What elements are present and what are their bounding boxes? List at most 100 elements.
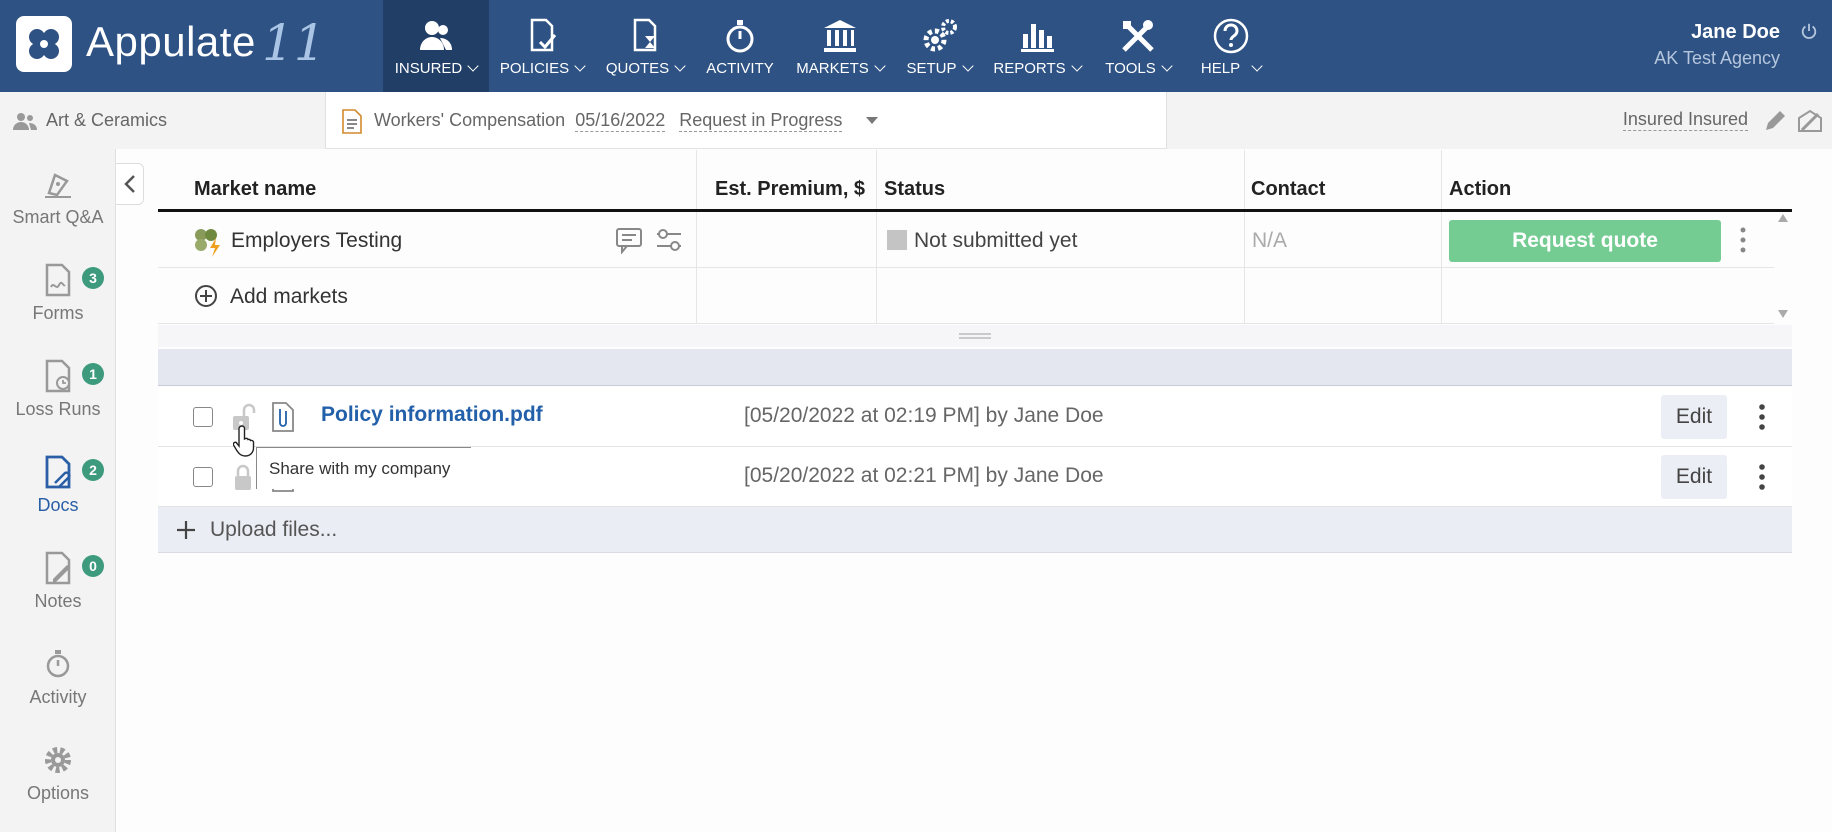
more-options-icon[interactable] xyxy=(1759,464,1765,490)
nav-insured-label: INSURED xyxy=(394,60,463,77)
share-tooltip: Share with my company xyxy=(256,447,471,489)
nav-help[interactable]: HELP xyxy=(1185,0,1277,92)
edit-document-button[interactable]: Edit xyxy=(1661,455,1727,499)
market-name[interactable]: Employers Testing xyxy=(231,229,402,253)
panel-resize-handle[interactable] xyxy=(158,325,1792,347)
power-icon[interactable] xyxy=(1800,22,1818,40)
policy-subheader: Art & Ceramics Workers' Compensation 05/… xyxy=(0,92,1832,149)
more-options-icon[interactable] xyxy=(1740,227,1746,253)
column-divider xyxy=(1244,268,1245,323)
scroll-down-icon[interactable] xyxy=(1778,310,1788,318)
sidebar-item-docs[interactable]: Docs 2 xyxy=(0,455,116,535)
market-contact: N/A xyxy=(1252,229,1288,252)
column-divider xyxy=(1244,150,1245,209)
nav-tools-label: TOOLS xyxy=(1105,60,1156,77)
column-divider xyxy=(696,150,697,209)
stopwatch-icon xyxy=(46,650,70,678)
status-dropdown-icon[interactable] xyxy=(866,117,879,124)
main-nav: INSURED POLICIES QUOTES ACTIVITY MARKETS… xyxy=(383,0,1277,92)
document-checkbox[interactable] xyxy=(193,407,213,427)
more-options-icon[interactable] xyxy=(1759,404,1765,430)
gears-icon xyxy=(923,19,957,52)
notes-icon xyxy=(45,551,71,585)
market-row: Employers Testing Not submitted yet N/A … xyxy=(158,212,1774,268)
nav-policies-label: POLICIES xyxy=(499,60,570,77)
help-icon xyxy=(1213,18,1249,54)
scroll-up-icon[interactable] xyxy=(1778,214,1788,222)
nav-reports[interactable]: REPORTS xyxy=(983,0,1091,92)
user-name[interactable]: Jane Doe xyxy=(1691,21,1780,44)
document-row: Policy information.pdf [05/20/2022 at 02… xyxy=(158,387,1792,447)
lock-icon[interactable] xyxy=(230,463,258,493)
tools-icon xyxy=(1122,20,1154,52)
stopwatch-icon xyxy=(726,20,754,53)
appulate-logo[interactable] xyxy=(16,16,72,72)
chevron-left-icon xyxy=(123,175,135,193)
sidebar-item-forms[interactable]: Forms 3 xyxy=(0,263,116,343)
column-divider xyxy=(1441,212,1442,267)
edit-mail-icon[interactable] xyxy=(1796,108,1824,134)
sidebar-collapse-button[interactable] xyxy=(116,163,144,205)
col-market-name: Market name xyxy=(194,178,317,200)
markets-scrollbar[interactable] xyxy=(1774,212,1792,322)
document-checkbox[interactable] xyxy=(193,467,213,487)
notes-count-badge: 0 xyxy=(82,555,104,577)
market-logo-icon xyxy=(195,229,220,257)
sidebar-item-activity[interactable]: Activity xyxy=(0,647,116,727)
upload-files-button[interactable]: Upload files... xyxy=(158,507,1792,553)
policy-document-icon xyxy=(342,108,362,134)
nav-policies[interactable]: POLICIES xyxy=(489,0,595,92)
col-contact: Contact xyxy=(1251,178,1326,200)
request-quote-button[interactable]: Request quote xyxy=(1449,220,1721,262)
loss-runs-icon xyxy=(45,359,71,393)
nav-activity-label: ACTIVITY xyxy=(706,60,774,77)
nav-help-label: HELP xyxy=(1200,60,1241,77)
nav-quotes[interactable]: QUOTES xyxy=(595,0,695,92)
policy-check-icon xyxy=(530,18,557,52)
gear-icon xyxy=(45,747,71,773)
quote-hourglass-icon xyxy=(633,18,657,52)
chevron-down-icon xyxy=(1070,60,1083,72)
nav-markets-label: MARKETS xyxy=(796,60,869,77)
chevron-down-icon xyxy=(1161,60,1173,72)
policy-date[interactable]: 05/16/2022 xyxy=(575,110,666,132)
sidebar-item-notes[interactable]: Notes 0 xyxy=(0,551,116,631)
policy-status[interactable]: Request in Progress xyxy=(679,110,843,132)
nav-setup-label: SETUP xyxy=(906,60,957,77)
documents-header xyxy=(158,349,1792,386)
comment-icon[interactable] xyxy=(614,226,644,254)
clover-icon xyxy=(29,29,59,59)
docs-count-badge: 2 xyxy=(82,459,104,481)
settings-sliders-icon[interactable] xyxy=(654,226,684,254)
chevron-down-icon xyxy=(961,60,974,72)
sidebar-item-options[interactable]: Options xyxy=(0,743,116,823)
sidebar-label: Activity xyxy=(29,687,87,707)
nav-setup[interactable]: SETUP xyxy=(895,0,983,92)
left-sidebar: Smart Q&A Forms 3 Loss Runs 1 Docs 2 Not… xyxy=(0,149,116,832)
column-divider xyxy=(1244,212,1245,267)
policy-type: Workers' Compensation xyxy=(374,110,566,130)
users-icon xyxy=(420,21,452,50)
column-divider xyxy=(696,212,697,267)
edit-document-button[interactable]: Edit xyxy=(1661,395,1727,439)
document-link[interactable]: Policy information.pdf xyxy=(321,403,543,427)
insured-contact-link[interactable]: Insured Insured xyxy=(1622,109,1748,131)
sidebar-item-loss-runs[interactable]: Loss Runs 1 xyxy=(0,359,116,439)
nav-activity[interactable]: ACTIVITY xyxy=(695,0,785,92)
upload-files-label: Upload files... xyxy=(210,517,338,541)
chevron-down-icon xyxy=(1251,60,1263,72)
drag-handle-icon xyxy=(959,333,991,339)
policy-info: Workers' Compensation 05/16/2022 Request… xyxy=(340,92,879,149)
nav-markets[interactable]: MARKETS xyxy=(785,0,895,92)
nav-insured[interactable]: INSURED xyxy=(383,0,489,92)
nav-quotes-label: QUOTES xyxy=(605,60,670,77)
brand-name: Appulate xyxy=(86,18,256,65)
sidebar-label: Docs xyxy=(37,495,79,515)
insured-name-tab[interactable]: Art & Ceramics xyxy=(0,92,326,149)
plus-icon xyxy=(177,520,195,539)
pencil-icon[interactable] xyxy=(1762,108,1788,134)
sidebar-item-smart-qa[interactable]: Smart Q&A xyxy=(0,167,116,247)
nav-tools[interactable]: TOOLS xyxy=(1091,0,1185,92)
add-markets-link[interactable]: Add markets xyxy=(230,285,348,309)
add-circle-icon[interactable] xyxy=(194,284,218,308)
